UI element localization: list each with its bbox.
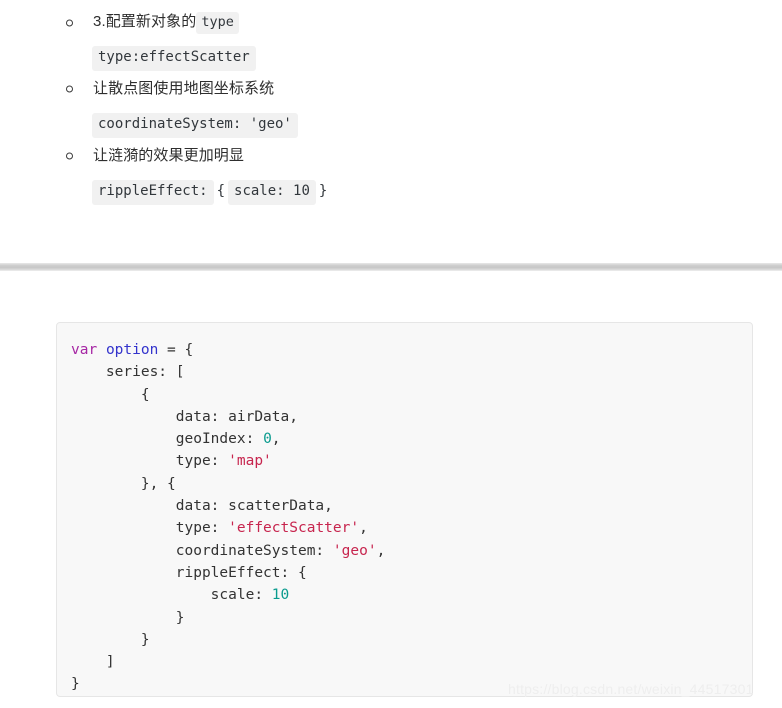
- code-token: ,: [271, 431, 281, 448]
- code-token: scale:: [71, 587, 272, 604]
- code-token: = {: [158, 342, 194, 358]
- code-content: var option = { series: [ { data: airData…: [57, 323, 752, 696]
- inline-code-chip: type: [196, 12, 239, 34]
- code-token: data: scatterData,: [71, 498, 333, 515]
- code-snippet-line: type:effectScatter: [92, 46, 256, 71]
- section-divider: [0, 263, 782, 271]
- code-brace-open: {: [216, 183, 226, 199]
- list-item: 让散点图使用地图坐标系统: [66, 80, 274, 98]
- list-item: 3.配置新对象的 type: [66, 12, 239, 34]
- code-token: data: airData,: [71, 408, 298, 425]
- hollow-circle-bullet-icon: [66, 85, 73, 93]
- hollow-circle-bullet-icon: [66, 152, 73, 160]
- code-token: }: [71, 609, 185, 626]
- code-token: }, {: [71, 475, 176, 492]
- inline-code-chip: rippleEffect:: [92, 180, 214, 205]
- code-token: type:: [71, 520, 229, 537]
- code-token: 'map': [228, 453, 272, 470]
- code-token: 'effectScatter': [228, 520, 360, 537]
- code-token: ]: [71, 654, 115, 671]
- code-token: ,: [359, 520, 368, 537]
- code-snippet-line: coordinateSystem: 'geo': [92, 113, 298, 138]
- code-token: 10: [271, 587, 290, 604]
- code-token: geoIndex:: [71, 431, 264, 448]
- list-item: 让涟漪的效果更加明显: [66, 147, 244, 165]
- code-token: coordinateSystem:: [71, 542, 333, 559]
- code-token: type:: [71, 453, 229, 470]
- list-item-label: 让涟漪的效果更加明显: [93, 147, 245, 164]
- inline-code-chip: type:effectScatter: [92, 46, 256, 71]
- code-region: var option = { series: [ { data: airData…: [0, 271, 782, 708]
- code-token: rippleEffect: {: [71, 564, 307, 581]
- list-item-label: 让散点图使用地图坐标系统: [93, 80, 275, 97]
- code-token: }: [71, 676, 80, 693]
- code-snippet-line: rippleEffect:{scale: 10}: [92, 180, 330, 205]
- code-brace-close: }: [318, 183, 328, 199]
- code-token: option: [105, 342, 159, 358]
- code-token: 0: [263, 431, 272, 448]
- inline-code-chip: scale: 10: [228, 180, 316, 205]
- code-token: {: [71, 386, 150, 403]
- list-item-label: 3.配置新对象的: [93, 13, 197, 30]
- hollow-circle-bullet-icon: [66, 19, 73, 27]
- code-token: }: [71, 631, 150, 648]
- code-token: var: [71, 342, 98, 358]
- inline-code-chip: coordinateSystem: 'geo': [92, 113, 298, 138]
- code-block: var option = { series: [ { data: airData…: [56, 322, 753, 697]
- code-token: series: [: [71, 364, 185, 381]
- notes-region: 3.配置新对象的 type type:effectScatter 让散点图使用地图…: [0, 0, 782, 263]
- code-token: ,: [376, 542, 386, 559]
- code-token: 'geo': [332, 542, 377, 559]
